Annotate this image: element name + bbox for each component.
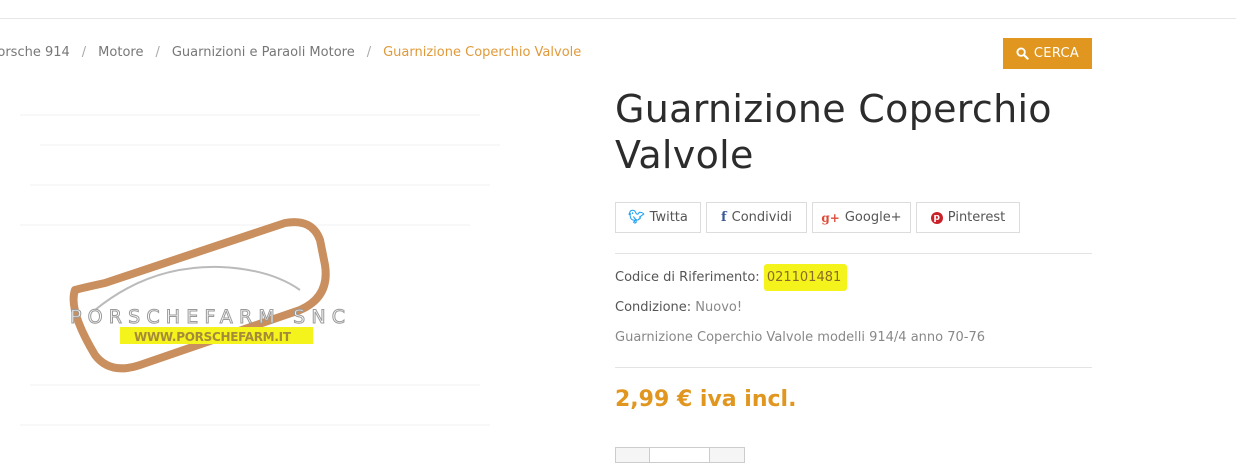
share-pinterest-label: Pinterest: [947, 210, 1006, 225]
condition-row: Condizione: Nuovo!: [615, 300, 742, 315]
breadcrumb-item-porsche-914[interactable]: Porsche 914: [0, 45, 70, 60]
search-button[interactable]: CERCA: [1003, 38, 1092, 69]
product-image[interactable]: PORSCHEFARM SNC WWW.PORSCHEFARM.IT: [0, 85, 560, 458]
divider: [615, 253, 1092, 254]
header-divider: [0, 18, 1236, 19]
search-button-label: CERCA: [1033, 46, 1080, 61]
product-description: Guarnizione Coperchio Valvole modelli 91…: [615, 330, 986, 345]
watermark-url: WWW.PORSCHEFARM.IT: [134, 330, 292, 344]
reference-row: Codice di Riferimento: 021101481: [615, 264, 848, 291]
breadcrumb: Porsche 914 / Motore / Guarnizioni e Paraoli…: [0, 45, 581, 60]
share-twitter-button[interactable]: 🐦︎ Twitta: [615, 202, 701, 233]
breadcrumb-current: Guarnizione Coperchio Valvole: [383, 45, 582, 60]
product-title: Guarnizione Coperchio Valvole: [615, 87, 1052, 177]
breadcrumb-item-guarnizioni[interactable]: Guarnizioni e Paraoli Motore: [172, 45, 355, 60]
breadcrumb-item-motore[interactable]: Motore: [98, 45, 143, 60]
facebook-icon: f: [721, 210, 727, 225]
breadcrumb-separator: /: [81, 45, 87, 60]
share-twitter-label: Twitta: [649, 210, 688, 225]
share-facebook-button[interactable]: f Condividi: [706, 202, 807, 233]
breadcrumb-separator: /: [366, 45, 372, 60]
reference-label: Codice di Riferimento:: [615, 270, 760, 285]
share-pinterest-button[interactable]: p Pinterest: [916, 202, 1020, 233]
search-icon: [1016, 47, 1029, 60]
share-google-plus-label: Google+: [844, 210, 902, 225]
gasket-shape: [69, 218, 330, 373]
quantity-increase-button[interactable]: [709, 447, 745, 463]
share-facebook-label: Condividi: [731, 210, 792, 225]
pinterest-icon: p: [930, 211, 943, 224]
share-google-plus-button[interactable]: g+ Google+: [812, 202, 911, 233]
reference-value: 021101481: [763, 264, 848, 291]
google-plus-icon: g+: [821, 210, 840, 225]
breadcrumb-separator: /: [155, 45, 160, 60]
quantity-input[interactable]: [649, 447, 711, 463]
divider: [615, 367, 1092, 368]
watermark-brand: PORSCHEFARM SNC: [70, 306, 346, 328]
condition-label: Condizione:: [615, 300, 692, 315]
twitter-icon: 🐦︎: [628, 210, 645, 225]
condition-value: Nuovo!: [695, 300, 743, 315]
product-price: 2,99 € iva incl.: [615, 387, 797, 412]
quantity-decrease-button[interactable]: [615, 447, 651, 463]
